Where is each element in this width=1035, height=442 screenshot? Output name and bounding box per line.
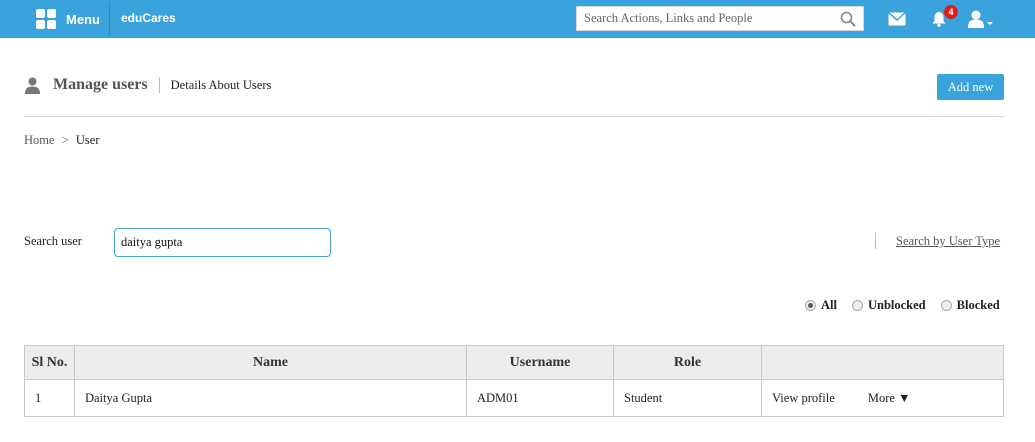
filter-all-label: All xyxy=(821,298,837,312)
cell-actions: View profile More ▼ xyxy=(761,379,1004,417)
view-profile-link[interactable]: View profile xyxy=(772,391,835,405)
user-icon[interactable] xyxy=(968,10,994,28)
cell-name: Daitya Gupta xyxy=(74,379,467,417)
breadcrumb-home[interactable]: Home xyxy=(24,133,55,147)
header-divider xyxy=(24,116,1004,117)
notification-badge: 4 xyxy=(944,5,958,19)
cell-sl-no: 1 xyxy=(24,379,75,417)
user-filter-radios: All Unblocked Blocked xyxy=(805,298,1000,313)
column-header-username: Username xyxy=(466,345,614,380)
column-header-sl-no: Sl No. xyxy=(24,345,75,380)
search-by-user-type-link[interactable]: Search by User Type xyxy=(896,234,1000,249)
menu-label: Menu xyxy=(66,11,100,27)
table-row: 1 Daitya Gupta ADM01 Student View profil… xyxy=(24,379,1004,417)
filter-unblocked-radio[interactable]: Unblocked xyxy=(851,298,926,313)
radio-indicator xyxy=(851,300,863,311)
link-separator xyxy=(875,233,876,249)
user-icon xyxy=(25,77,40,94)
grid-icon xyxy=(36,9,56,29)
table-header-row: Sl No. Name Username Role xyxy=(24,345,1004,380)
search-user-label: Search user xyxy=(24,234,82,248)
filter-unblocked-label: Unblocked xyxy=(867,298,926,312)
filter-blocked-label: Blocked xyxy=(956,298,1000,312)
search-user-input[interactable] xyxy=(114,228,331,257)
title-separator xyxy=(158,77,160,93)
column-header-name: Name xyxy=(74,345,467,380)
column-header-actions xyxy=(761,345,1004,380)
filter-blocked-radio[interactable]: Blocked xyxy=(940,298,1000,313)
page-header: Manage users Details About Users xyxy=(24,76,271,94)
brand-name[interactable]: eduCares xyxy=(121,11,176,25)
cell-username: ADM01 xyxy=(466,379,614,417)
page-subtitle: Details About Users xyxy=(170,77,272,92)
more-dropdown[interactable]: More ▼ xyxy=(868,391,911,405)
users-table: Sl No. Name Username Role 1 Daitya Gupta… xyxy=(24,345,1004,417)
radio-indicator xyxy=(940,300,952,311)
filter-all-radio[interactable]: All xyxy=(805,298,837,313)
column-header-role: Role xyxy=(613,345,762,380)
search-icon[interactable] xyxy=(840,11,856,27)
add-new-button[interactable]: Add new xyxy=(937,74,1004,100)
cell-role: Student xyxy=(613,379,762,417)
top-navigation-bar: Menu eduCares 4 xyxy=(0,0,1035,38)
menu-button[interactable]: Menu xyxy=(25,0,109,38)
breadcrumb: Home > User xyxy=(24,133,99,148)
mail-icon[interactable] xyxy=(888,12,906,26)
breadcrumb-current: User xyxy=(75,133,100,147)
radio-selected-indicator xyxy=(805,300,816,311)
page-title: Manage users xyxy=(53,76,148,93)
global-search-box xyxy=(576,6,864,31)
menu-divider xyxy=(109,2,110,36)
breadcrumb-separator: > xyxy=(61,133,69,147)
global-search-input[interactable] xyxy=(577,7,834,30)
